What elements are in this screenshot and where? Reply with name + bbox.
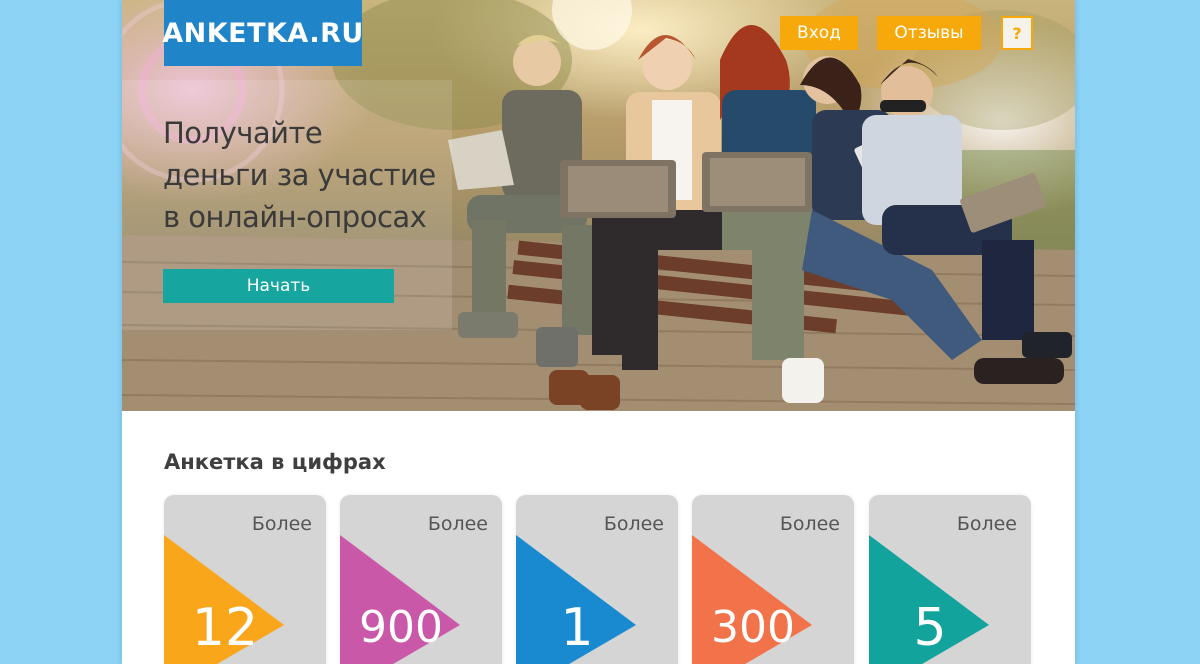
stat-value: 5	[913, 598, 947, 658]
help-button[interactable]: ?	[1001, 16, 1033, 50]
stat-value: 12	[191, 598, 259, 658]
stat-card: Более 12	[164, 495, 326, 664]
page: ANKETKA.RU Вход Отзывы ? Получайте деньг…	[122, 0, 1075, 664]
stat-value: 900	[359, 602, 443, 653]
stat-card: Более 900	[340, 495, 502, 664]
stat-value: 1	[560, 598, 594, 658]
stat-prefix: Более	[251, 513, 312, 535]
start-button[interactable]: Начать	[163, 269, 394, 303]
stat-card: Более 5	[869, 495, 1031, 664]
stat-card: Более 300	[692, 495, 854, 664]
stat-prefix: Более	[427, 513, 488, 535]
stat-value: 300	[711, 602, 795, 653]
login-button[interactable]: Вход	[780, 16, 858, 50]
hero-banner: ANKETKA.RU Вход Отзывы ? Получайте деньг…	[122, 0, 1075, 411]
stat-prefix: Более	[603, 513, 664, 535]
stat-prefix: Более	[779, 513, 840, 535]
stats-title: Анкетка в цифрах	[164, 450, 386, 474]
stat-prefix: Более	[956, 513, 1017, 535]
hero-headline: Получайте деньги за участие в онлайн-опр…	[163, 116, 436, 234]
site-logo[interactable]: ANKETKA.RU	[162, 0, 363, 66]
stat-card: Более 1	[516, 495, 678, 664]
reviews-button[interactable]: Отзывы	[877, 16, 981, 50]
